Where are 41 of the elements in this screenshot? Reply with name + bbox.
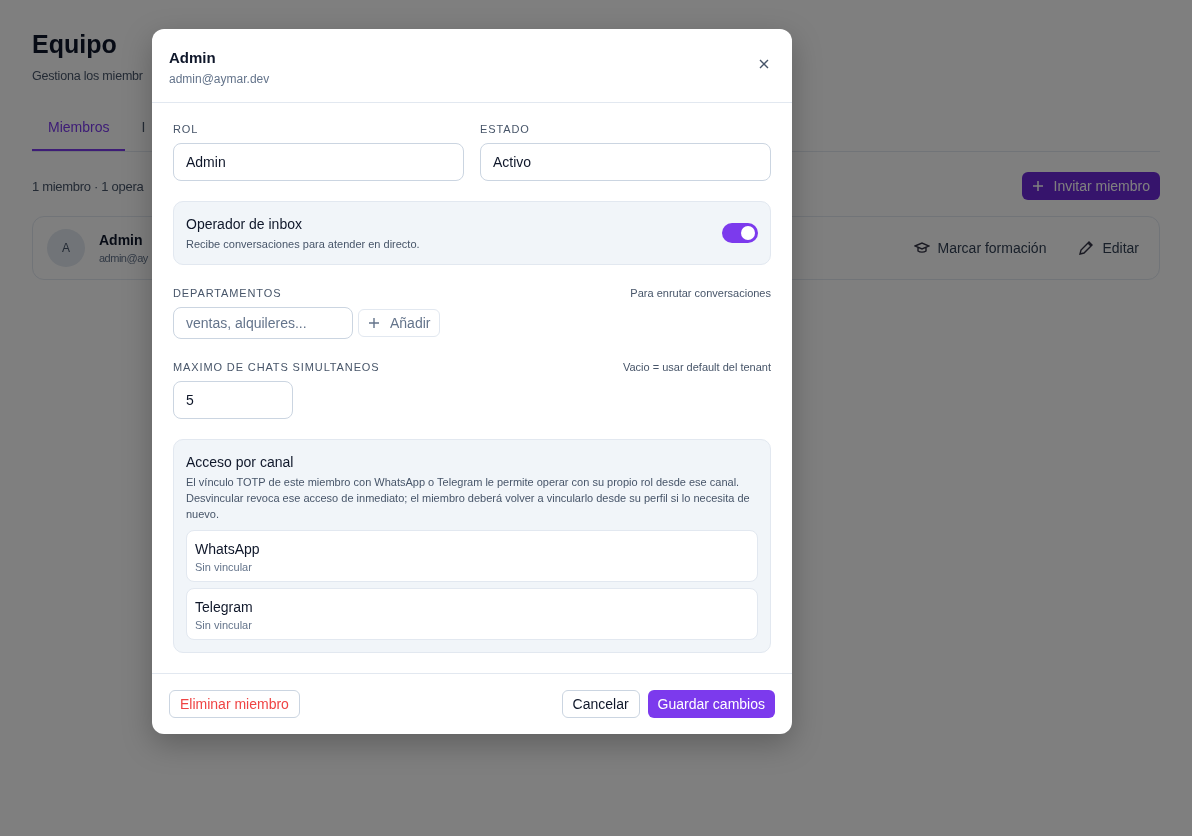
- field-label: MAXIMO DE CHATS SIMULTANEOS: [173, 361, 380, 373]
- channel-name: Telegram: [195, 599, 254, 615]
- operator-description: Recibe conversaciones para atender en directo.: [186, 238, 420, 250]
- channel-title: Acceso por canal: [186, 454, 295, 470]
- max-chats-field[interactable]: 5: [173, 381, 293, 419]
- graduation-cap-icon: [913, 241, 930, 255]
- cancel-button[interactable]: Cancelar: [561, 690, 640, 718]
- dialog-subtitle: admin@aymar.dev: [169, 72, 270, 86]
- channel-status: Sin vincular: [195, 619, 253, 631]
- page-title: Equipo: [32, 30, 117, 59]
- field-label: ROL: [173, 123, 200, 135]
- channel-status: Sin vincular: [195, 561, 253, 573]
- operator-title: Operador de inbox: [186, 216, 303, 232]
- invite-button[interactable]: Invitar miembro: [1021, 172, 1160, 200]
- tab[interactable]: Miembros: [32, 107, 126, 151]
- status-field[interactable]: Activo: [480, 143, 771, 181]
- plus-icon: [1031, 180, 1044, 192]
- avatar: A: [47, 229, 85, 267]
- add-button[interactable]: Añadir: [358, 309, 441, 337]
- mark-training-button[interactable]: Marcar formación: [907, 239, 1053, 257]
- dialog-title: Admin: [169, 49, 217, 66]
- page-subtitle: Gestiona los miembr: [32, 69, 143, 83]
- member-email: admin@ay: [99, 252, 148, 264]
- channel-description: El vínculo TOTP de este miembro con WhatsApp o Telegram le permite operar con su propio rol desde ese canal. Desvincular revoca ese acceso de inmediato; el miembro deberá volver a vincularlo desde su perfil si lo necesita de nuevo.: [186, 475, 751, 522]
- channel-name: WhatsApp: [195, 541, 261, 557]
- save-button[interactable]: Guardar cambios: [647, 690, 775, 718]
- tab[interactable]: I: [125, 107, 162, 151]
- field-hint: Para enrutar conversaciones: [630, 287, 771, 299]
- edit-button[interactable]: Editar: [1072, 239, 1145, 257]
- departments-field[interactable]: ventas, alquileres...: [173, 307, 353, 339]
- field-label: DEPARTAMENTOS: [173, 287, 282, 299]
- close-icon: [759, 59, 769, 69]
- pencil-icon: [1078, 240, 1095, 256]
- operator-toggle[interactable]: [722, 223, 758, 243]
- member-name: Admin: [99, 232, 144, 248]
- role-field[interactable]: Admin: [173, 143, 464, 181]
- plus-icon: [368, 317, 380, 329]
- member-count: 1 miembro · 1 opera: [32, 178, 144, 194]
- delete-button[interactable]: Eliminar miembro: [169, 690, 300, 718]
- field-hint: Vacio = usar default del tenant: [622, 361, 771, 373]
- field-label: ESTADO: [480, 123, 531, 135]
